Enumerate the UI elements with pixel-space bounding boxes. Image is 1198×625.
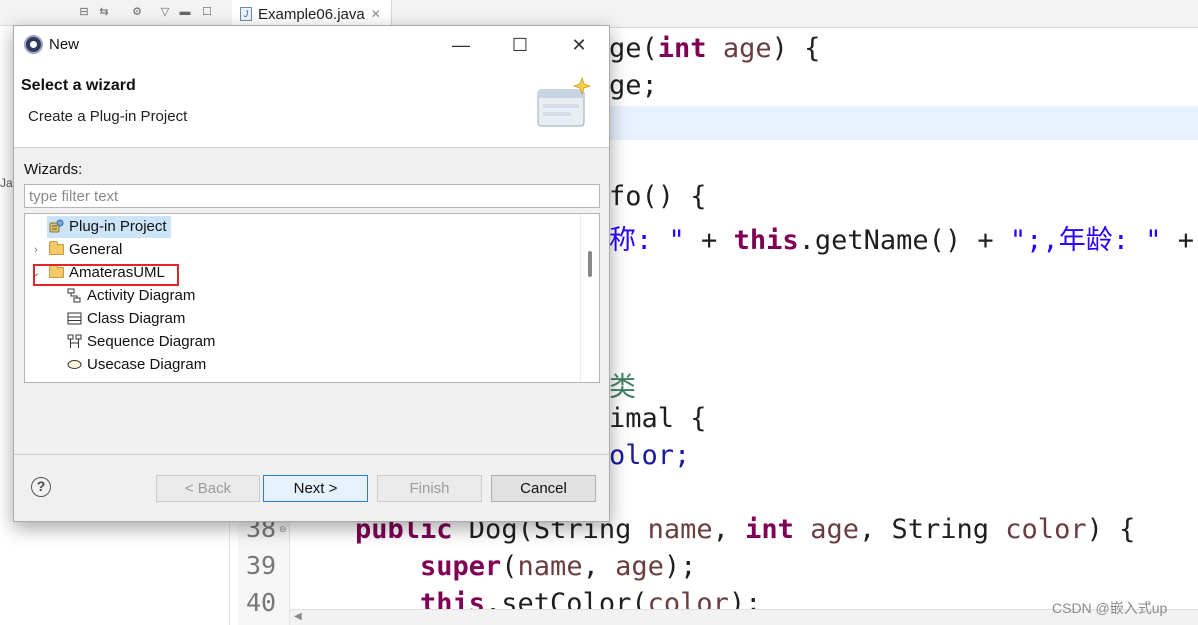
tree-item-label: Usecase Diagram (87, 356, 207, 373)
code-string: 称: " (609, 225, 685, 256)
plugin-icon (49, 219, 64, 233)
maximize-view-icon[interactable]: ☐ (200, 5, 214, 19)
chevron-right-icon[interactable]: › (31, 244, 41, 256)
code-text: + (684, 225, 734, 256)
code-text: , (712, 514, 746, 545)
tree-item-sequence-diagram[interactable]: Sequence Diagram (67, 330, 215, 353)
tree-item-label: General (69, 241, 123, 258)
wizard-tree[interactable]: Plug-in Project › General ⌄ AmaterasUML … (24, 213, 600, 383)
code-variable: color (1005, 514, 1087, 545)
code-keyword: super (420, 551, 502, 582)
editor-tabbar: J Example06.java ✕ (230, 0, 1198, 28)
watermark: CSDN @嵌入式up (1052, 600, 1168, 616)
code-variable: age (793, 514, 859, 545)
filter-icon[interactable]: ⚙ (130, 5, 144, 19)
code-text: , (582, 551, 616, 582)
code-keyword: int (745, 514, 794, 545)
code-string: ";,年龄: " (1009, 225, 1162, 256)
finish-button[interactable]: Finish (377, 475, 482, 502)
tree-item-label: Class Diagram (87, 310, 186, 327)
code-keyword: this (733, 225, 799, 256)
class-diagram-icon (67, 312, 82, 325)
wizard-banner-icon (537, 76, 592, 127)
tree-item-usecase-diagram[interactable]: Usecase Diagram (67, 353, 206, 376)
dialog-titlebar[interactable]: New — ☐ ✕ (14, 26, 609, 64)
eclipse-app-icon (24, 35, 43, 54)
code-text: ( (501, 551, 518, 582)
code-text: + t (1177, 225, 1194, 256)
code-field: olor; (609, 440, 691, 471)
sequence-diagram-icon (67, 334, 82, 348)
code-line[interactable]: fo() { (609, 181, 707, 212)
java-file-icon: J (240, 7, 252, 21)
dialog-title: New (49, 36, 80, 53)
wizard-filter-input[interactable] (24, 184, 600, 208)
wizard-header-description: Create a Plug-in Project (28, 108, 188, 125)
tree-item-activity-diagram[interactable]: Activity Diagram (67, 284, 195, 307)
line-number: 39 (246, 551, 277, 580)
view-menu-icon[interactable]: ▽ (158, 5, 172, 19)
fold-icon[interactable]: ⊖ (279, 524, 287, 535)
scroll-left-icon[interactable]: ◀ (294, 611, 302, 622)
activity-diagram-icon (67, 288, 81, 303)
code-text: ge; (609, 70, 658, 101)
ide-toolbar: ⊟ ⇆ ⚙ ▽ ▬ ☐ (0, 0, 230, 26)
tree-selection: Plug-in Project (47, 215, 171, 238)
minimize-view-icon[interactable]: ▬ (178, 5, 192, 19)
new-wizard-dialog: New — ☐ ✕ Select a wizard Create a Plug-… (13, 25, 610, 522)
code-line[interactable]: ge(int age) { (609, 33, 820, 64)
code-variable: age (706, 33, 772, 64)
button-bar-divider (14, 454, 609, 455)
code-line[interactable]: 称: " + this.getName() + ";,年龄: " + t (609, 218, 1198, 257)
code-text: , String (858, 514, 1006, 545)
minimize-button[interactable]: — (448, 32, 474, 58)
tree-vertical-scrollbar[interactable] (580, 214, 599, 382)
collapse-all-icon[interactable]: ⊟ (77, 5, 91, 19)
line-number: 40 (246, 588, 277, 617)
tree-item-label: Activity Diagram (87, 287, 196, 304)
back-button[interactable]: < Back (156, 475, 260, 502)
link-editor-icon[interactable]: ⇆ (97, 5, 111, 19)
tree-item-class-diagram[interactable]: Class Diagram (67, 307, 185, 330)
tree-item-general[interactable]: › General (31, 238, 122, 261)
code-keyword: int (657, 33, 707, 64)
code-text: imal { (609, 403, 707, 434)
code-line[interactable]: olor; (609, 440, 690, 471)
code-line[interactable]: imal { (609, 403, 707, 434)
tree-item-label: Plug-in Project (69, 218, 167, 235)
code-line[interactable]: super(name, age); (420, 551, 696, 582)
wizard-header: Select a wizard Create a Plug-in Project (14, 64, 609, 148)
maximize-button[interactable]: ☐ (507, 32, 533, 58)
tree-item-plugin-project[interactable]: Plug-in Project (47, 215, 171, 238)
code-text: ); (663, 551, 697, 582)
code-variable: age (615, 551, 664, 582)
editor-tab-example06[interactable]: J Example06.java ✕ (232, 0, 392, 28)
close-button[interactable]: ✕ (566, 32, 592, 58)
next-button[interactable]: Next > (263, 475, 368, 502)
code-comment: 类 (609, 372, 636, 403)
usecase-diagram-icon (67, 360, 82, 369)
editor-tab-label: Example06.java (258, 5, 365, 23)
highlight-annotation-box (33, 264, 179, 286)
code-line[interactable]: 类 (609, 365, 636, 404)
code-text: fo() { (609, 181, 707, 212)
cancel-button[interactable]: Cancel (491, 475, 596, 502)
help-icon[interactable]: ? (31, 477, 51, 497)
wizards-label: Wizards: (24, 161, 83, 178)
code-text: ) { (771, 33, 821, 64)
code-text: ) { (1086, 514, 1136, 545)
tree-item-label: Sequence Diagram (87, 333, 216, 350)
scrollbar-thumb[interactable] (588, 251, 592, 277)
code-line[interactable]: ge; (609, 70, 658, 101)
folder-icon (49, 241, 64, 255)
close-tab-icon[interactable]: ✕ (371, 7, 381, 21)
code-variable: name (647, 514, 713, 545)
code-text: .getName() + (798, 225, 1010, 256)
code-text: ge( (609, 33, 658, 64)
code-variable: name (517, 551, 583, 582)
wizard-header-title: Select a wizard (21, 77, 136, 94)
